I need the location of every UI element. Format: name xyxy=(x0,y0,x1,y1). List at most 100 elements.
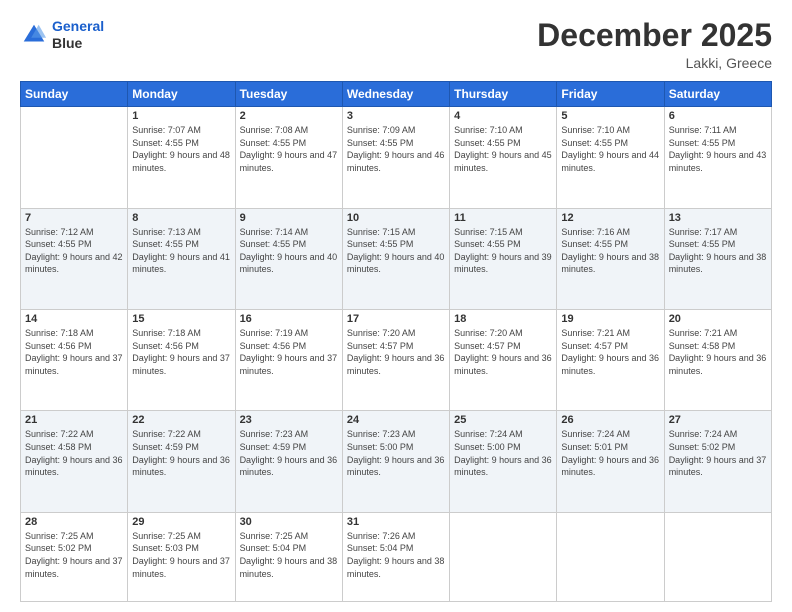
calendar-table: Sunday Monday Tuesday Wednesday Thursday… xyxy=(20,81,772,602)
table-row: 26 Sunrise: 7:24 AM Sunset: 5:01 PM Dayli… xyxy=(557,411,664,512)
calendar-week-row: 28 Sunrise: 7:25 AM Sunset: 5:02 PM Dayli… xyxy=(21,512,772,601)
day-number: 4 xyxy=(454,110,552,122)
day-number: 14 xyxy=(25,313,123,325)
day-number: 22 xyxy=(132,414,230,426)
col-wednesday: Wednesday xyxy=(342,82,449,107)
day-info: Sunrise: 7:12 AM Sunset: 4:55 PM Dayligh… xyxy=(25,226,123,276)
day-info: Sunrise: 7:25 AM Sunset: 5:03 PM Dayligh… xyxy=(132,530,230,580)
day-number: 24 xyxy=(347,414,445,426)
table-row: 17 Sunrise: 7:20 AM Sunset: 4:57 PM Dayli… xyxy=(342,310,449,411)
table-row: 10 Sunrise: 7:15 AM Sunset: 4:55 PM Dayli… xyxy=(342,208,449,309)
day-info: Sunrise: 7:22 AM Sunset: 4:59 PM Dayligh… xyxy=(132,428,230,478)
table-row: 2 Sunrise: 7:08 AM Sunset: 4:55 PM Daylig… xyxy=(235,107,342,208)
day-number: 21 xyxy=(25,414,123,426)
day-number: 8 xyxy=(132,212,230,224)
day-info: Sunrise: 7:23 AM Sunset: 5:00 PM Dayligh… xyxy=(347,428,445,478)
day-number: 15 xyxy=(132,313,230,325)
logo: General Blue xyxy=(20,18,104,52)
day-info: Sunrise: 7:19 AM Sunset: 4:56 PM Dayligh… xyxy=(240,327,338,377)
day-info: Sunrise: 7:14 AM Sunset: 4:55 PM Dayligh… xyxy=(240,226,338,276)
header: General Blue December 2025 Lakki, Greece xyxy=(20,18,772,71)
calendar-header-row: Sunday Monday Tuesday Wednesday Thursday… xyxy=(21,82,772,107)
table-row: 7 Sunrise: 7:12 AM Sunset: 4:55 PM Daylig… xyxy=(21,208,128,309)
day-number: 19 xyxy=(561,313,659,325)
table-row: 19 Sunrise: 7:21 AM Sunset: 4:57 PM Dayli… xyxy=(557,310,664,411)
location: Lakki, Greece xyxy=(537,55,772,71)
table-row: 30 Sunrise: 7:25 AM Sunset: 5:04 PM Dayli… xyxy=(235,512,342,601)
day-number: 2 xyxy=(240,110,338,122)
day-info: Sunrise: 7:10 AM Sunset: 4:55 PM Dayligh… xyxy=(561,124,659,174)
table-row: 15 Sunrise: 7:18 AM Sunset: 4:56 PM Dayli… xyxy=(128,310,235,411)
calendar-week-row: 14 Sunrise: 7:18 AM Sunset: 4:56 PM Dayli… xyxy=(21,310,772,411)
table-row xyxy=(664,512,771,601)
day-number: 10 xyxy=(347,212,445,224)
table-row: 31 Sunrise: 7:26 AM Sunset: 5:04 PM Dayli… xyxy=(342,512,449,601)
table-row: 5 Sunrise: 7:10 AM Sunset: 4:55 PM Daylig… xyxy=(557,107,664,208)
table-row: 28 Sunrise: 7:25 AM Sunset: 5:02 PM Dayli… xyxy=(21,512,128,601)
day-number: 28 xyxy=(25,516,123,528)
table-row: 1Sunrise: 7:07 AM Sunset: 4:55 PM Daylig… xyxy=(128,107,235,208)
day-number: 31 xyxy=(347,516,445,528)
table-row: 14Sunrise: 7:18 AM Sunset: 4:56 PM Dayli… xyxy=(21,310,128,411)
table-row: 13Sunrise: 7:17 AM Sunset: 4:55 PM Dayli… xyxy=(664,208,771,309)
col-thursday: Thursday xyxy=(450,82,557,107)
day-info: Sunrise: 7:21 AM Sunset: 4:58 PM Dayligh… xyxy=(669,327,767,377)
table-row: 6 Sunrise: 7:11 AM Sunset: 4:55 PM Daylig… xyxy=(664,107,771,208)
day-info: Sunrise: 7:18 AM Sunset: 4:56 PM Dayligh… xyxy=(132,327,230,377)
day-info: Sunrise: 7:17 AM Sunset: 4:55 PM Dayligh… xyxy=(669,226,767,276)
day-info: Sunrise: 7:16 AM Sunset: 4:55 PM Dayligh… xyxy=(561,226,659,276)
col-sunday: Sunday xyxy=(21,82,128,107)
day-number: 26 xyxy=(561,414,659,426)
table-row: 8Sunrise: 7:13 AM Sunset: 4:55 PM Daylig… xyxy=(128,208,235,309)
table-row xyxy=(21,107,128,208)
calendar-week-row: 21 Sunrise: 7:22 AM Sunset: 4:58 PM Dayli… xyxy=(21,411,772,512)
day-number: 29 xyxy=(132,516,230,528)
table-row: 9 Sunrise: 7:14 AM Sunset: 4:55 PM Daylig… xyxy=(235,208,342,309)
table-row: 24 Sunrise: 7:23 AM Sunset: 5:00 PM Dayli… xyxy=(342,411,449,512)
day-info: Sunrise: 7:22 AM Sunset: 4:58 PM Dayligh… xyxy=(25,428,123,478)
table-row xyxy=(450,512,557,601)
day-number: 5 xyxy=(561,110,659,122)
day-info: Sunrise: 7:21 AM Sunset: 4:57 PM Dayligh… xyxy=(561,327,659,377)
day-info: Sunrise: 7:25 AM Sunset: 5:04 PM Dayligh… xyxy=(240,530,338,580)
day-info: Sunrise: 7:09 AM Sunset: 4:55 PM Dayligh… xyxy=(347,124,445,174)
page: General Blue December 2025 Lakki, Greece… xyxy=(0,0,792,612)
table-row: 27Sunrise: 7:24 AM Sunset: 5:02 PM Dayli… xyxy=(664,411,771,512)
title-block: December 2025 Lakki, Greece xyxy=(537,18,772,71)
table-row: 4 Sunrise: 7:10 AM Sunset: 4:55 PM Daylig… xyxy=(450,107,557,208)
table-row: 3Sunrise: 7:09 AM Sunset: 4:55 PM Daylig… xyxy=(342,107,449,208)
day-number: 17 xyxy=(347,313,445,325)
day-number: 11 xyxy=(454,212,552,224)
day-info: Sunrise: 7:15 AM Sunset: 4:55 PM Dayligh… xyxy=(347,226,445,276)
day-info: Sunrise: 7:08 AM Sunset: 4:55 PM Dayligh… xyxy=(240,124,338,174)
day-number: 6 xyxy=(669,110,767,122)
day-info: Sunrise: 7:24 AM Sunset: 5:01 PM Dayligh… xyxy=(561,428,659,478)
day-info: Sunrise: 7:26 AM Sunset: 5:04 PM Dayligh… xyxy=(347,530,445,580)
day-info: Sunrise: 7:24 AM Sunset: 5:00 PM Dayligh… xyxy=(454,428,552,478)
calendar-week-row: 7 Sunrise: 7:12 AM Sunset: 4:55 PM Daylig… xyxy=(21,208,772,309)
day-info: Sunrise: 7:24 AM Sunset: 5:02 PM Dayligh… xyxy=(669,428,767,478)
table-row: 21 Sunrise: 7:22 AM Sunset: 4:58 PM Dayli… xyxy=(21,411,128,512)
day-info: Sunrise: 7:07 AM Sunset: 4:55 PM Dayligh… xyxy=(132,124,230,174)
day-info: Sunrise: 7:25 AM Sunset: 5:02 PM Dayligh… xyxy=(25,530,123,580)
day-number: 30 xyxy=(240,516,338,528)
day-info: Sunrise: 7:11 AM Sunset: 4:55 PM Dayligh… xyxy=(669,124,767,174)
table-row: 29 Sunrise: 7:25 AM Sunset: 5:03 PM Dayli… xyxy=(128,512,235,601)
day-number: 9 xyxy=(240,212,338,224)
day-number: 25 xyxy=(454,414,552,426)
table-row: 12Sunrise: 7:16 AM Sunset: 4:55 PM Dayli… xyxy=(557,208,664,309)
day-number: 18 xyxy=(454,313,552,325)
table-row: 11Sunrise: 7:15 AM Sunset: 4:55 PM Dayli… xyxy=(450,208,557,309)
day-number: 20 xyxy=(669,313,767,325)
table-row: 16 Sunrise: 7:19 AM Sunset: 4:56 PM Dayli… xyxy=(235,310,342,411)
logo-icon xyxy=(20,21,48,49)
day-info: Sunrise: 7:20 AM Sunset: 4:57 PM Dayligh… xyxy=(347,327,445,377)
col-saturday: Saturday xyxy=(664,82,771,107)
table-row: 23Sunrise: 7:23 AM Sunset: 4:59 PM Dayli… xyxy=(235,411,342,512)
day-info: Sunrise: 7:20 AM Sunset: 4:57 PM Dayligh… xyxy=(454,327,552,377)
day-number: 16 xyxy=(240,313,338,325)
logo-text: General Blue xyxy=(52,18,104,52)
day-number: 7 xyxy=(25,212,123,224)
table-row: 18 Sunrise: 7:20 AM Sunset: 4:57 PM Dayli… xyxy=(450,310,557,411)
day-info: Sunrise: 7:10 AM Sunset: 4:55 PM Dayligh… xyxy=(454,124,552,174)
